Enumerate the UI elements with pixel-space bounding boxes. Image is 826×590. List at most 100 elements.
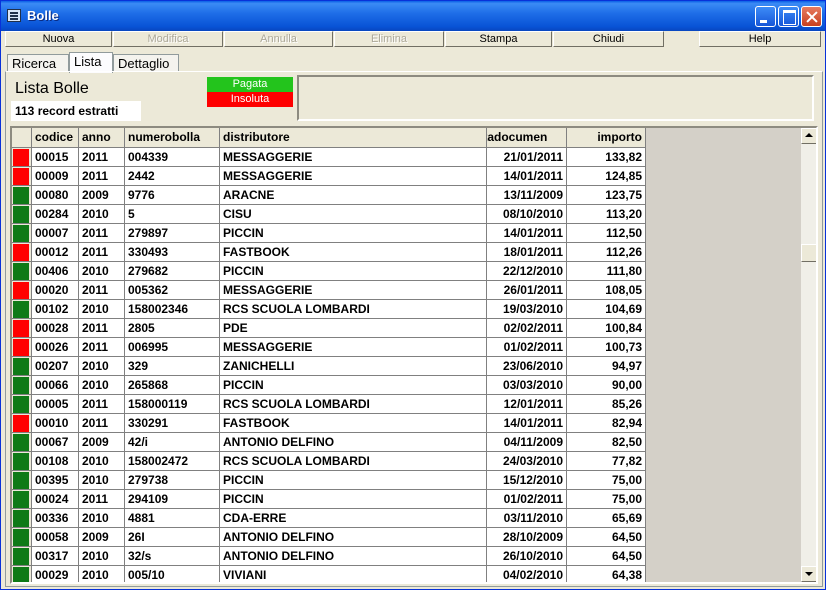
cell-importo[interactable]: 64,38	[567, 566, 646, 582]
cell-anno[interactable]: 2011	[79, 338, 125, 357]
cell-distributore[interactable]: RCS SCUOLA LOMBARDI	[220, 300, 487, 319]
cell-distributore[interactable]: VIVIANI	[220, 566, 487, 582]
row-indicator[interactable]	[12, 167, 32, 186]
cell-numerobolla[interactable]: 158002346	[125, 300, 220, 319]
cancel-button[interactable]: Annulla	[224, 31, 333, 47]
cell-datadocumento[interactable]: 01/02/2011	[487, 338, 567, 357]
header-codice[interactable]: codice	[32, 128, 79, 148]
cell-distributore[interactable]: PICCIN	[220, 471, 487, 490]
cell-anno[interactable]: 2011	[79, 243, 125, 262]
row-indicator[interactable]	[12, 338, 32, 357]
cell-numerobolla[interactable]: 4881	[125, 509, 220, 528]
cell-numerobolla[interactable]: 005362	[125, 281, 220, 300]
cell-distributore[interactable]: CDA-ERRE	[220, 509, 487, 528]
cell-numerobolla[interactable]: 330291	[125, 414, 220, 433]
cell-distributore[interactable]: PICCIN	[220, 490, 487, 509]
scroll-thumb[interactable]	[801, 244, 816, 262]
row-indicator[interactable]	[12, 452, 32, 471]
row-indicator[interactable]	[12, 262, 32, 281]
cell-anno[interactable]: 2010	[79, 205, 125, 224]
cell-codice[interactable]: 00015	[32, 148, 79, 167]
cell-numerobolla[interactable]: 006995	[125, 338, 220, 357]
cell-numerobolla[interactable]: 004339	[125, 148, 220, 167]
title-bar[interactable]: Bolle	[1, 1, 825, 31]
edit-button[interactable]: Modifica	[113, 31, 223, 47]
cell-anno[interactable]: 2011	[79, 395, 125, 414]
cell-codice[interactable]: 00024	[32, 490, 79, 509]
cell-anno[interactable]: 2009	[79, 528, 125, 547]
cell-distributore[interactable]: MESSAGGERIE	[220, 167, 487, 186]
cell-numerobolla[interactable]: 279682	[125, 262, 220, 281]
row-indicator[interactable]	[12, 509, 32, 528]
cell-datadocumento[interactable]: 26/10/2010	[487, 547, 567, 566]
print-button[interactable]: Stampa	[445, 31, 552, 47]
cell-distributore[interactable]: PICCIN	[220, 376, 487, 395]
cell-distributore[interactable]: ANTONIO DELFINO	[220, 528, 487, 547]
cell-anno[interactable]: 2011	[79, 167, 125, 186]
cell-distributore[interactable]: ANTONIO DELFINO	[220, 547, 487, 566]
cell-importo[interactable]: 94,97	[567, 357, 646, 376]
cell-importo[interactable]: 112,50	[567, 224, 646, 243]
row-indicator[interactable]	[12, 186, 32, 205]
cell-datadocumento[interactable]: 14/01/2011	[487, 224, 567, 243]
cell-anno[interactable]: 2010	[79, 262, 125, 281]
cell-importo[interactable]: 75,00	[567, 490, 646, 509]
cell-anno[interactable]: 2011	[79, 224, 125, 243]
cell-distributore[interactable]: PICCIN	[220, 224, 487, 243]
cell-datadocumento[interactable]: 23/06/2010	[487, 357, 567, 376]
cell-datadocumento[interactable]: 03/11/2010	[487, 509, 567, 528]
cell-importo[interactable]: 111,80	[567, 262, 646, 281]
row-indicator[interactable]	[12, 357, 32, 376]
cell-anno[interactable]: 2011	[79, 490, 125, 509]
cell-anno[interactable]: 2009	[79, 433, 125, 452]
row-indicator[interactable]	[12, 490, 32, 509]
row-indicator[interactable]	[12, 243, 32, 262]
cell-distributore[interactable]: MESSAGGERIE	[220, 148, 487, 167]
cell-codice[interactable]: 00080	[32, 186, 79, 205]
cell-numerobolla[interactable]: 158000119	[125, 395, 220, 414]
cell-anno[interactable]: 2010	[79, 509, 125, 528]
row-indicator[interactable]	[12, 281, 32, 300]
cell-importo[interactable]: 77,82	[567, 452, 646, 471]
cell-codice[interactable]: 00005	[32, 395, 79, 414]
cell-importo[interactable]: 90,00	[567, 376, 646, 395]
cell-importo[interactable]: 100,84	[567, 319, 646, 338]
cell-codice[interactable]: 00207	[32, 357, 79, 376]
cell-numerobolla[interactable]: 279897	[125, 224, 220, 243]
row-indicator[interactable]	[12, 395, 32, 414]
row-indicator[interactable]	[12, 471, 32, 490]
tab-ricerca[interactable]: Ricerca	[7, 54, 69, 72]
cell-importo[interactable]: 123,75	[567, 186, 646, 205]
cell-distributore[interactable]: RCS SCUOLA LOMBARDI	[220, 395, 487, 414]
cell-codice[interactable]: 00009	[32, 167, 79, 186]
cell-importo[interactable]: 64,50	[567, 528, 646, 547]
cell-importo[interactable]: 112,26	[567, 243, 646, 262]
cell-numerobolla[interactable]: 279738	[125, 471, 220, 490]
cell-anno[interactable]: 2010	[79, 376, 125, 395]
row-indicator[interactable]	[12, 224, 32, 243]
cell-datadocumento[interactable]: 18/01/2011	[487, 243, 567, 262]
cell-anno[interactable]: 2009	[79, 186, 125, 205]
cell-codice[interactable]: 00336	[32, 509, 79, 528]
cell-distributore[interactable]: CISU	[220, 205, 487, 224]
cell-datadocumento[interactable]: 21/01/2011	[487, 148, 567, 167]
cell-codice[interactable]: 00012	[32, 243, 79, 262]
cell-codice[interactable]: 00317	[32, 547, 79, 566]
cell-numerobolla[interactable]: 9776	[125, 186, 220, 205]
cell-numerobolla[interactable]: 330493	[125, 243, 220, 262]
cell-codice[interactable]: 00029	[32, 566, 79, 582]
scroll-up-button[interactable]	[801, 128, 816, 144]
cell-numerobolla[interactable]: 294109	[125, 490, 220, 509]
cell-distributore[interactable]: MESSAGGERIE	[220, 338, 487, 357]
cell-importo[interactable]: 82,50	[567, 433, 646, 452]
cell-importo[interactable]: 64,50	[567, 547, 646, 566]
cell-importo[interactable]: 75,00	[567, 471, 646, 490]
cell-anno[interactable]: 2011	[79, 414, 125, 433]
cell-distributore[interactable]: MESSAGGERIE	[220, 281, 487, 300]
cell-numerobolla[interactable]: 329	[125, 357, 220, 376]
cell-codice[interactable]: 00010	[32, 414, 79, 433]
row-indicator[interactable]	[12, 376, 32, 395]
cell-codice[interactable]: 00395	[32, 471, 79, 490]
delete-button[interactable]: Elimina	[334, 31, 444, 47]
cell-importo[interactable]: 104,69	[567, 300, 646, 319]
